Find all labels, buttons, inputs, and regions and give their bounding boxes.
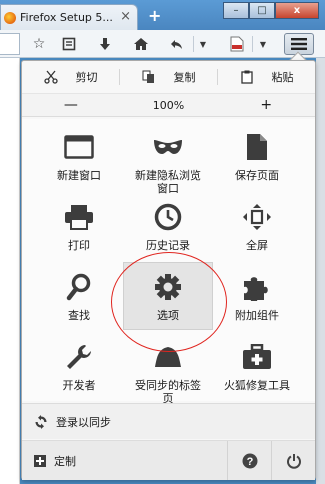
private-mask-icon: [154, 140, 182, 154]
paste-label: 粘贴: [271, 71, 294, 84]
paste-button[interactable]: 粘贴: [218, 61, 315, 93]
repair-toolkit-label: 火狐修复工具: [224, 379, 290, 392]
history-clock-icon: [154, 203, 182, 231]
fullscreen-label: 全屏: [246, 239, 268, 252]
history-button[interactable]: 历史记录: [123, 201, 213, 252]
copy-label: 复制: [173, 71, 196, 84]
back-history-icon[interactable]: [168, 35, 186, 53]
close-window-button[interactable]: x: [275, 2, 319, 19]
new-tab-button[interactable]: +: [148, 6, 161, 25]
cut-label: 剪切: [75, 71, 98, 84]
quit-button[interactable]: [271, 441, 315, 480]
developer-label: 开发者: [62, 379, 96, 392]
zoom-out-button[interactable]: —: [22, 97, 120, 113]
print-button[interactable]: 打印: [34, 201, 124, 252]
addons-label: 附加组件: [235, 309, 279, 322]
download-arrow-icon[interactable]: [96, 35, 114, 53]
save-page-label: 保存页面: [235, 169, 279, 182]
developer-button[interactable]: 开发者: [34, 341, 124, 392]
hamburger-menu-icon: [291, 38, 307, 50]
tab-close-icon[interactable]: ×: [120, 9, 131, 24]
home-icon[interactable]: [131, 35, 151, 53]
new-window-button[interactable]: 新建窗口: [34, 131, 124, 182]
new-private-window-label: 新建隐私浏览 窗口: [135, 169, 201, 195]
zoom-in-button[interactable]: +: [217, 97, 315, 113]
pdf-icon[interactable]: [228, 35, 246, 53]
bookmark-star-icon[interactable]: ☆: [30, 35, 48, 53]
find-label: 查找: [68, 309, 90, 322]
bookmarks-list-icon[interactable]: [60, 35, 78, 53]
cut-button[interactable]: 剪切: [22, 61, 119, 93]
customize-label: 定制: [54, 454, 76, 468]
title-bar: Firefox Setup 5... × + – □ x: [0, 0, 325, 30]
edit-controls: 剪切 复制 粘贴: [22, 61, 315, 93]
power-icon: [286, 453, 301, 469]
browser-tab[interactable]: Firefox Setup 5... ×: [0, 4, 138, 30]
developer-wrench-icon: [67, 345, 91, 369]
zoom-controls: — 100% +: [22, 93, 315, 117]
firefox-logo-icon: [4, 11, 16, 24]
new-window-icon: [64, 135, 94, 159]
annotation-circle: [111, 252, 227, 352]
save-page-icon: [247, 134, 267, 160]
minimize-button[interactable]: –: [223, 2, 249, 19]
addons-puzzle-icon: [244, 277, 268, 301]
zoom-reset-button[interactable]: 100%: [120, 99, 218, 112]
scrollbar[interactable]: [316, 58, 325, 484]
find-icon: [66, 273, 91, 301]
customize-button[interactable]: 定制: [22, 441, 227, 480]
page-content-edge: [0, 58, 20, 484]
save-page-button[interactable]: 保存页面: [212, 131, 302, 182]
new-private-window-button[interactable]: 新建隐私浏览 窗口: [123, 131, 213, 195]
sign-in-sync-label: 登录以同步: [56, 415, 111, 429]
new-window-label: 新建窗口: [57, 169, 101, 182]
menu-grid: 新建窗口 新建隐私浏览 窗口 保存页面 打印 历史记录 全屏 查找 选项 附加组…: [22, 119, 315, 405]
panel-footer: 定制 ?: [22, 440, 315, 480]
window-controls: – □ x: [223, 2, 319, 19]
clipboard-icon: [240, 70, 253, 84]
maximize-button[interactable]: □: [249, 2, 275, 19]
repair-toolkit-button[interactable]: 火狐修复工具: [212, 341, 302, 392]
sync-icon: [35, 414, 47, 429]
url-bar[interactable]: [0, 33, 20, 55]
svg-text:?: ?: [246, 456, 253, 468]
toolbar-divider: [193, 36, 194, 52]
repair-toolkit-icon: [243, 344, 271, 369]
fullscreen-button[interactable]: 全屏: [212, 201, 302, 252]
scissors-icon: [43, 70, 58, 84]
copy-icon: [142, 70, 154, 83]
tab-title: Firefox Setup 5...: [20, 11, 113, 24]
sign-in-sync-button[interactable]: 登录以同步: [22, 403, 315, 439]
copy-button[interactable]: 复制: [120, 61, 217, 93]
toolbar-divider: [252, 36, 253, 52]
firefox-menu-panel: 剪切 复制 粘贴 — 100% + 新建窗口 新建隐私浏览 窗口 保存页面 打印…: [21, 60, 316, 480]
print-icon: [65, 205, 93, 230]
history-dropdown-icon[interactable]: ▼: [198, 35, 208, 53]
help-button[interactable]: ?: [227, 441, 271, 480]
synced-tabs-label: 受同步的标签 页: [135, 379, 201, 405]
history-label: 历史记录: [146, 239, 190, 252]
help-icon: ?: [242, 453, 257, 468]
print-label: 打印: [68, 239, 90, 252]
customize-plus-icon: [34, 454, 46, 467]
nav-toolbar: ☆ ▼ ▼: [0, 30, 325, 58]
fullscreen-icon: [243, 204, 271, 230]
pdf-dropdown-icon[interactable]: ▼: [258, 35, 268, 53]
